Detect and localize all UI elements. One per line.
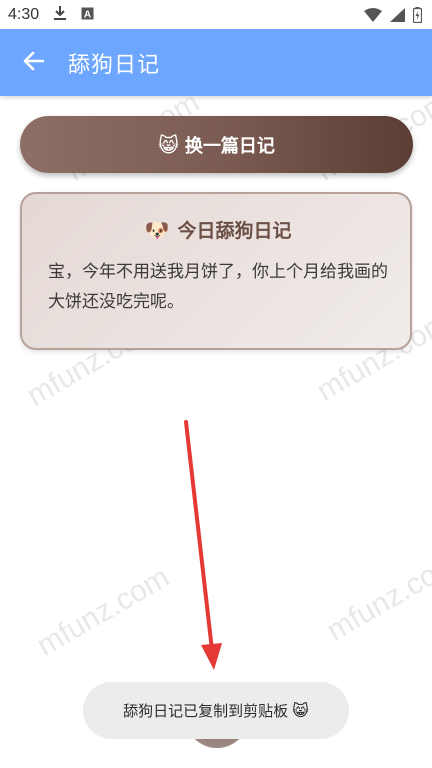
toast-text: 舔狗日记已复制到剪贴板 — [123, 702, 289, 720]
status-bar: 4:30 A — [0, 0, 432, 29]
diary-text: 宝，今年不用送我月饼了，你上个月给我画的大饼还没吃完呢。 — [48, 262, 388, 312]
signal-icon — [390, 7, 405, 22]
a-box-icon: A — [81, 6, 94, 24]
back-button[interactable] — [0, 29, 66, 96]
wifi-icon — [364, 7, 382, 22]
watermark: mfunz.com — [321, 545, 432, 648]
cat-face-icon: 😸 — [158, 132, 179, 157]
dog-face-icon: 🐶 — [144, 217, 170, 242]
watermark: mfunz.com — [31, 560, 175, 663]
cat-face-icon: 😸 — [292, 701, 309, 720]
change-diary-label: 换一篇日记 — [184, 135, 275, 157]
app-bar: 舔狗日记 — [0, 29, 432, 96]
change-diary-button[interactable]: 😸 换一篇日记 — [20, 116, 413, 173]
diary-card[interactable]: 🐶 今日舔狗日记 宝，今年不用送我月饼了，你上个月给我画的大饼还没吃完呢。 — [20, 192, 412, 350]
arrow-left-icon — [22, 51, 45, 75]
toast-message: 舔狗日记已复制到剪贴板 😸 — [83, 682, 349, 739]
card-title: 🐶 今日舔狗日记 — [48, 216, 388, 243]
svg-text:A: A — [84, 9, 91, 20]
page-title: 舔狗日记 — [68, 52, 161, 78]
card-title-text: 今日舔狗日记 — [177, 220, 292, 242]
battery-charging-icon — [413, 6, 422, 23]
status-time: 4:30 — [8, 5, 40, 23]
download-icon — [53, 5, 67, 25]
